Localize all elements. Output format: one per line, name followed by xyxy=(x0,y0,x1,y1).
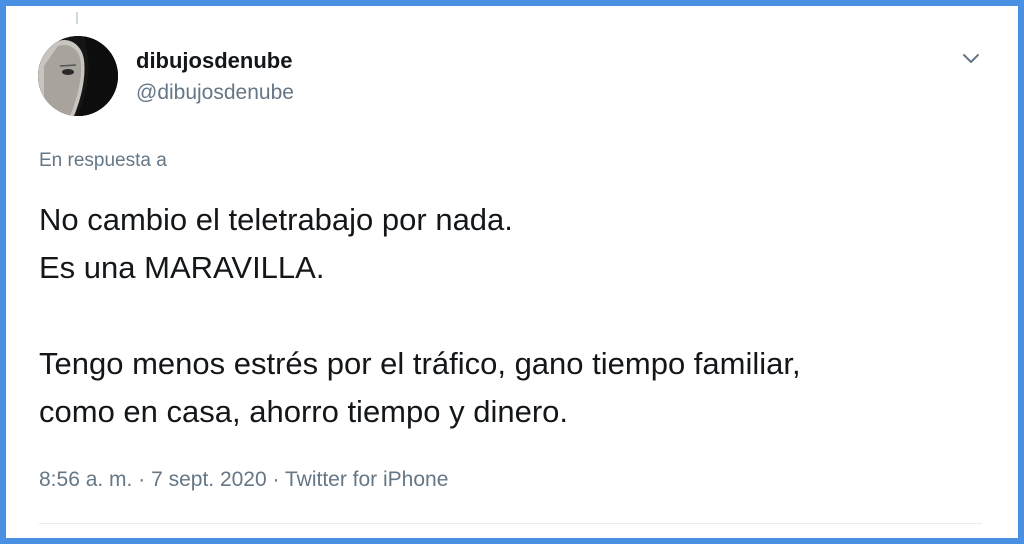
avatar[interactable] xyxy=(38,36,118,116)
user-handle[interactable]: @dibujosdenube xyxy=(136,81,294,105)
tweet-text-line: No cambio el teletrabajo por nada. xyxy=(39,202,513,237)
tweet-text-line: Tengo menos estrés por el tráfico, gano … xyxy=(39,346,801,381)
tweet-menu-button[interactable] xyxy=(958,46,984,72)
display-name[interactable]: dibujosdenube xyxy=(136,48,292,74)
tweet-source-link[interactable]: Twitter for iPhone xyxy=(285,468,448,491)
chevron-down-icon xyxy=(963,54,979,63)
tweet-date: 7 sept. 2020 xyxy=(151,468,267,491)
divider xyxy=(39,523,982,524)
tweet-text-line: Es una MARAVILLA. xyxy=(39,250,325,285)
tweet-card: dibujosdenube @dibujosdenube En respuest… xyxy=(0,0,1024,544)
separator: · xyxy=(272,468,280,491)
avatar-image xyxy=(38,36,118,116)
tweet-time: 8:56 a. m. xyxy=(39,468,133,491)
tweet-timestamp-link[interactable]: 8:56 a. m. · 7 sept. 2020 xyxy=(39,468,267,491)
tweet-text: No cambio el teletrabajo por nada. Es un… xyxy=(39,196,999,436)
separator: · xyxy=(138,468,146,491)
thread-connector-line xyxy=(76,12,78,24)
tweet-text-line: como en casa, ahorro tiempo y dinero. xyxy=(39,394,568,429)
tweet-text-blank-line xyxy=(39,292,999,340)
reply-to-label: En respuesta a xyxy=(39,150,167,171)
tweet-metadata: 8:56 a. m. · 7 sept. 2020 · Twitter for … xyxy=(39,468,448,492)
